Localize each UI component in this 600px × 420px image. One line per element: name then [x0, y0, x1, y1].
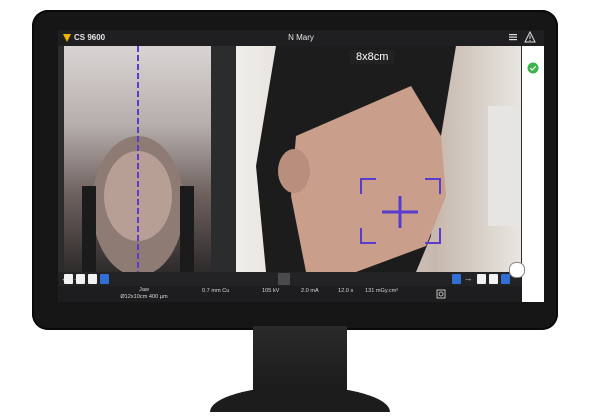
settings-icon[interactable]: [436, 289, 446, 299]
region-label: Jaw: [139, 287, 149, 293]
tool-button-2[interactable]: [76, 274, 85, 284]
center-tool-button[interactable]: [278, 273, 290, 285]
monitor-stand-base: [210, 386, 390, 412]
fov-resolution-label: Ø12x10cm 400 µm: [120, 294, 168, 300]
side-control-knob[interactable]: [509, 262, 525, 278]
tool-button-4[interactable]: [100, 274, 109, 284]
app-screen: CS 9600 N Mary 8x8cm → Jaw Ø12x10cm 400 …: [58, 30, 544, 302]
warning-icon[interactable]: [524, 31, 536, 43]
side-camera-view[interactable]: 8x8cm: [236, 46, 521, 272]
tool-button-7[interactable]: [489, 274, 498, 284]
menu-icon[interactable]: [508, 32, 518, 42]
patient-name: N Mary: [288, 33, 314, 42]
voltage-label: 105 kV: [262, 288, 280, 294]
arrow-right-icon[interactable]: →: [463, 273, 473, 283]
front-face-image: [82, 46, 194, 272]
filter-label: 0.7 mm Cu: [202, 288, 230, 294]
ok-indicator-icon[interactable]: [527, 62, 539, 74]
time-label: 12.0 s: [338, 288, 354, 294]
front-camera-view[interactable]: [64, 46, 211, 272]
tool-button-5[interactable]: [452, 274, 461, 284]
tool-button-3[interactable]: [88, 274, 97, 284]
dose-label: 131 mGy.cm²: [365, 288, 399, 294]
tool-button-6[interactable]: [477, 274, 486, 284]
tool-button-8[interactable]: [501, 274, 510, 284]
title-bar: CS 9600 N Mary: [58, 30, 544, 46]
right-side-panel: [522, 46, 544, 302]
current-label: 2.0 mA: [301, 288, 319, 294]
toolbar: ← → ← → ← →: [58, 272, 522, 286]
acquisition-status-bar: Jaw Ø12x10cm 400 µm 0.7 mm Cu 105 kV 2.0…: [58, 286, 522, 302]
side-face-image: [256, 46, 518, 272]
fov-size-label: 8x8cm: [350, 50, 395, 64]
tool-button-1[interactable]: [64, 274, 73, 284]
monitor-stand-neck: [253, 326, 347, 394]
